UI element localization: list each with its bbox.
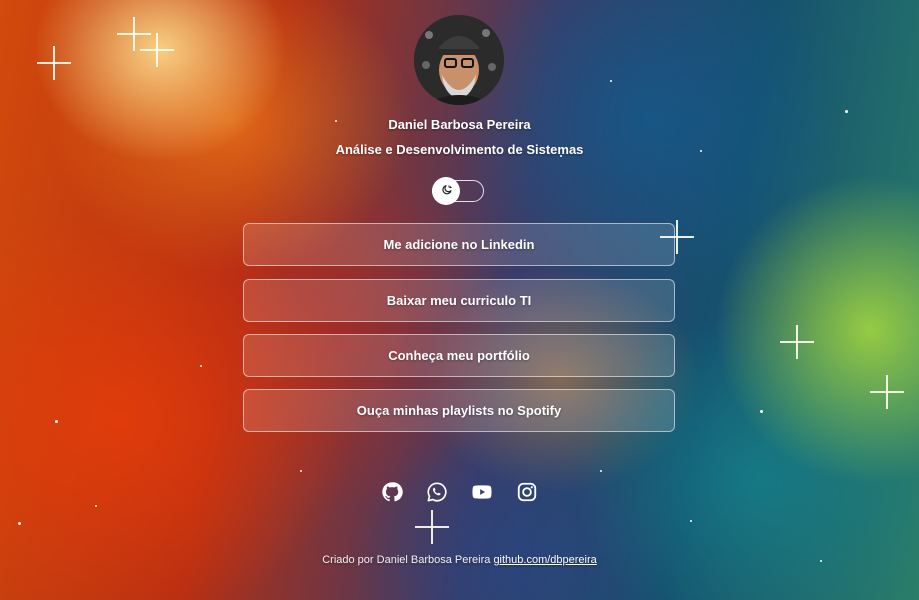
profile-page: Daniel Barbosa Pereira Análise e Desenvo… bbox=[0, 0, 919, 600]
instagram-link[interactable] bbox=[516, 481, 538, 503]
profile-name: Daniel Barbosa Pereira bbox=[388, 117, 531, 132]
theme-toggle[interactable] bbox=[432, 177, 484, 205]
footer-github-link[interactable]: github.com/dbpereira bbox=[493, 554, 596, 566]
social-links bbox=[380, 481, 540, 503]
linkedin-link-button[interactable]: Me adicione no Linkedin bbox=[243, 223, 675, 266]
footer-credit: Criado por Daniel Barbosa Pereira bbox=[322, 554, 491, 566]
whatsapp-link[interactable] bbox=[426, 481, 448, 503]
profile-role: Análise e Desenvolvimento de Sistemas bbox=[335, 142, 584, 157]
spotify-link-button[interactable]: Ouça minhas playlists no Spotify bbox=[243, 389, 675, 432]
youtube-link[interactable] bbox=[471, 481, 493, 503]
youtube-icon bbox=[472, 485, 492, 499]
avatar bbox=[414, 15, 504, 105]
whatsapp-icon bbox=[427, 482, 447, 502]
github-link[interactable] bbox=[381, 481, 403, 503]
footer: Criado por Daniel Barbosa Pereira github… bbox=[0, 554, 919, 566]
toggle-knob bbox=[432, 177, 460, 205]
moon-sun-icon bbox=[442, 185, 452, 195]
portfolio-link-button[interactable]: Conheça meu portfólio bbox=[243, 334, 675, 377]
resume-download-button[interactable]: Baixar meu curriculo TI bbox=[243, 279, 675, 322]
github-icon bbox=[382, 482, 403, 502]
instagram-icon bbox=[517, 482, 537, 502]
avatar-portrait-icon bbox=[414, 15, 504, 105]
